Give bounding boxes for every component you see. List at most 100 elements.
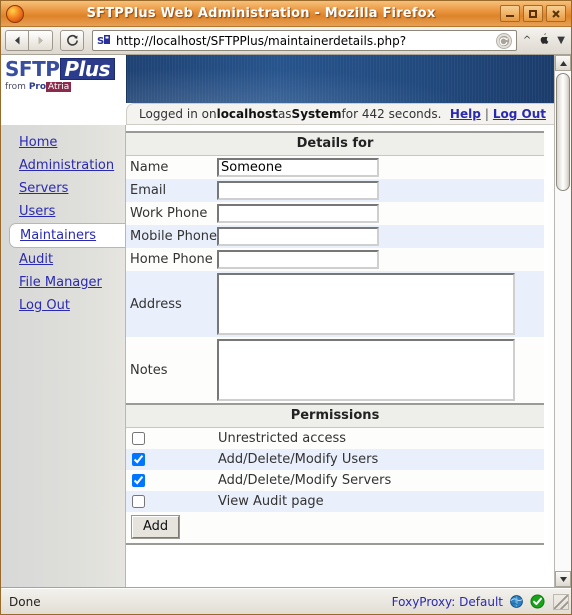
permission-label: Add/Delete/Modify Servers [218, 473, 392, 488]
email-input[interactable] [217, 181, 380, 200]
stop-reload-icon[interactable] [495, 32, 512, 49]
name-input[interactable] [217, 158, 380, 177]
work-phone-input[interactable] [217, 204, 380, 223]
minimize-button[interactable] [500, 5, 520, 22]
sidebar-item-audit[interactable]: Audit [1, 248, 125, 271]
sidebar-item-servers[interactable]: Servers [1, 177, 125, 200]
resize-grip[interactable] [553, 593, 569, 610]
secure-check-icon[interactable] [530, 594, 545, 609]
site-logo[interactable]: SFTP Plus from Pro Atria [1, 55, 126, 103]
svg-text:S: S [97, 36, 104, 47]
sidebar-item-label: Administration [19, 158, 115, 173]
login-middle: as [277, 107, 292, 121]
field-cell [217, 179, 544, 202]
scrollbar-thumb[interactable] [556, 73, 570, 191]
table-row: Name [126, 155, 544, 180]
table-row: Notes [126, 337, 544, 403]
nav-buttons [5, 30, 53, 51]
logo-wordmark: SFTP Plus [5, 58, 126, 80]
sidebar-item-home[interactable]: Home [1, 131, 125, 154]
sidebar-nav: Home Administration Servers Users Maintainer… [1, 125, 126, 587]
reload-button[interactable] [60, 30, 84, 51]
url-bar[interactable]: S http://localhost/SFTPPlus/maintainerde… [92, 30, 517, 51]
table-row: Home Phone [126, 248, 544, 271]
help-link[interactable]: Help [450, 107, 481, 121]
back-button[interactable] [5, 30, 29, 51]
field-cell [217, 271, 544, 337]
close-button[interactable] [546, 5, 566, 22]
window-title: SFTPPlus Web Administration - Mozilla Fi… [86, 6, 436, 21]
field-cell [217, 156, 544, 180]
page-viewport: SFTP Plus from Pro Atria Logged in on loca… [1, 55, 571, 588]
permission-checkbox-cell [126, 428, 214, 450]
permissions-panel: Permissions Unrestricted access Add/Delete… [126, 403, 544, 546]
foxyproxy-status[interactable]: FoxyProxy: Default [392, 595, 503, 609]
table-row: Add/Delete/Modify Users [126, 449, 544, 470]
permission-checkbox-view-audit-page[interactable] [132, 495, 145, 508]
details-panel: Details for Name Email Work Phone Mobile Pho… [126, 131, 544, 403]
login-suffix: for 442 seconds. [341, 107, 442, 121]
table-row: Unrestricted access [126, 427, 544, 450]
add-button-row: Add [126, 512, 544, 544]
permission-checkbox-add-delete-modify-users[interactable] [132, 453, 145, 466]
scroll-up-button[interactable] [555, 55, 571, 71]
home-phone-input[interactable] [217, 250, 380, 269]
page-body: Home Administration Servers Users Maintainer… [1, 125, 554, 587]
window-titlebar: SFTPPlus Web Administration - Mozilla Fi… [1, 1, 571, 27]
address-textarea[interactable] [217, 273, 516, 335]
sidebar-item-label: File Manager [19, 275, 102, 290]
sidebar-item-label: Servers [19, 181, 69, 196]
permission-checkbox-cell [126, 491, 214, 512]
notes-textarea[interactable] [217, 339, 516, 401]
permission-checkbox-add-delete-modify-servers[interactable] [132, 474, 145, 487]
sidebar-item-maintainers[interactable]: Maintainers [9, 223, 125, 248]
sidebar-item-file-manager[interactable]: File Manager [1, 271, 125, 294]
sidebar-item-label: Audit [19, 252, 54, 267]
sidebar-item-label: Home [19, 135, 58, 150]
scrollbar-track[interactable] [555, 71, 571, 571]
logo-from-text: from [5, 82, 29, 92]
site-header: SFTP Plus from Pro Atria [1, 55, 554, 103]
permission-checkbox-cell [126, 470, 214, 491]
panel-bottom-rule-line [126, 543, 544, 546]
field-cell [217, 337, 544, 403]
table-row: View Audit page [126, 491, 544, 512]
table-row: Work Phone [126, 202, 544, 225]
field-label: Name [130, 160, 169, 175]
login-prefix: Logged in on [139, 107, 217, 121]
permissions-heading-text: Permissions [126, 403, 544, 428]
foxyproxy-globe-icon[interactable] [509, 594, 524, 609]
logo-plus-text: Plus [60, 58, 116, 80]
toolbar-caret-icon[interactable]: ^ [521, 35, 533, 46]
browser-statusbar: Done FoxyProxy: Default [1, 588, 571, 614]
login-bar-spacer [1, 103, 126, 125]
permission-checkbox-unrestricted-access[interactable] [132, 432, 145, 445]
sidebar-item-administration[interactable]: Administration [1, 154, 125, 177]
permissions-heading: Permissions [126, 403, 544, 428]
firefox-logo-icon [6, 4, 24, 23]
web-page: SFTP Plus from Pro Atria Logged in on loca… [1, 55, 554, 587]
vertical-scrollbar[interactable] [554, 55, 571, 587]
field-label: Address [130, 296, 182, 312]
maximize-button[interactable] [523, 5, 543, 22]
main-content: Details for Name Email Work Phone Mobile Pho… [126, 125, 554, 587]
table-row: Email [126, 179, 544, 202]
field-cell [217, 248, 544, 271]
toolbar-dropdown-icon[interactable]: ▼ [555, 35, 567, 46]
field-cell [217, 202, 544, 225]
details-heading: Details for [126, 131, 544, 156]
logo-subtitle: from Pro Atria [5, 82, 126, 92]
table-row: Add/Delete/Modify Servers [126, 470, 544, 491]
logout-link[interactable]: Log Out [493, 107, 546, 121]
table-row: Address [126, 271, 544, 337]
sidebar-item-log-out[interactable]: Log Out [1, 294, 125, 317]
logo-atria-text: Atria [46, 82, 72, 92]
sidebar-item-users[interactable]: Users [1, 200, 125, 223]
add-button[interactable]: Add [132, 516, 180, 538]
mobile-phone-input[interactable] [217, 227, 380, 246]
url-text[interactable]: http://localhost/SFTPPlus/maintainerdeta… [116, 34, 496, 48]
toolbar-extension-icon[interactable] [537, 33, 551, 48]
scroll-down-button[interactable] [555, 571, 571, 587]
permission-checkbox-cell [126, 449, 214, 470]
forward-button[interactable] [29, 30, 53, 51]
